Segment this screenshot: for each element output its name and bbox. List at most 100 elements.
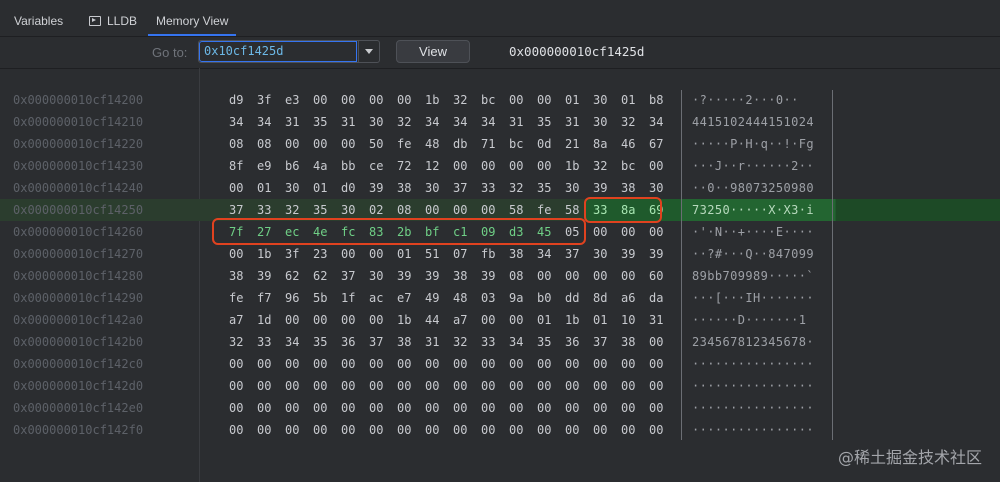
hex-byte[interactable]: 00 [453,419,467,441]
hex-byte[interactable]: 00 [285,133,299,155]
hex-byte[interactable]: e9 [257,155,271,177]
hex-byte[interactable]: 00 [285,419,299,441]
hex-byte[interactable]: 44 [425,309,439,331]
hex-byte[interactable]: 34 [509,331,523,353]
hex-byte[interactable]: 00 [621,221,635,243]
hex-byte[interactable]: b6 [285,155,299,177]
hex-byte[interactable]: 00 [453,155,467,177]
hex-byte[interactable]: 00 [341,309,355,331]
hex-byte[interactable]: 31 [509,111,523,133]
hex-byte[interactable]: 30 [649,177,663,199]
hex-byte[interactable]: 00 [257,353,271,375]
hex-byte[interactable]: 00 [257,375,271,397]
hex-byte[interactable]: 32 [229,331,243,353]
hex-byte[interactable]: 00 [397,397,411,419]
hex-byte[interactable]: 00 [537,265,551,287]
hex-byte[interactable]: 38 [621,177,635,199]
hex-byte[interactable]: 62 [313,265,327,287]
hex-byte[interactable]: 34 [285,331,299,353]
hex-byte[interactable]: 8f [229,155,243,177]
hex-byte[interactable]: 33 [481,331,495,353]
hex-byte[interactable]: 00 [593,397,607,419]
memory-row[interactable]: 0x000000010cf14270 00 1b 3f 23 00 00 01 51 07 fb 38… [0,243,1000,265]
hex-byte[interactable]: 96 [285,287,299,309]
hex-byte[interactable]: 08 [229,133,243,155]
hex-byte[interactable]: 00 [313,353,327,375]
hex-byte[interactable]: a6 [621,287,635,309]
hex-byte[interactable]: 00 [537,353,551,375]
hex-byte[interactable]: 38 [509,243,523,265]
hex-byte[interactable]: 37 [341,265,355,287]
hex-byte[interactable]: 38 [453,265,467,287]
hex-byte[interactable]: 01 [621,89,635,111]
memory-row[interactable]: 0x000000010cf14280 38 39 62 62 37 30 39 39 38 39 08… [0,265,1000,287]
hex-byte[interactable]: 37 [369,331,383,353]
hex-byte[interactable]: 00 [369,89,383,111]
hex-byte[interactable]: 00 [509,375,523,397]
hex-byte[interactable]: 01 [593,309,607,331]
hex-byte[interactable]: 37 [453,177,467,199]
hex-byte[interactable]: 32 [593,155,607,177]
hex-byte[interactable]: 30 [425,177,439,199]
hex-byte[interactable]: a7 [229,309,243,331]
hex-byte[interactable]: 00 [229,397,243,419]
hex-byte[interactable]: bc [481,89,495,111]
hex-byte[interactable]: 00 [509,155,523,177]
hex-byte[interactable]: 32 [621,111,635,133]
hex-byte[interactable]: 00 [481,155,495,177]
hex-byte[interactable]: 37 [565,243,579,265]
hex-byte[interactable]: 00 [649,331,663,353]
hex-byte[interactable]: 21 [565,133,579,155]
hex-byte[interactable]: 00 [313,375,327,397]
memory-row[interactable]: 0x000000010cf14200 d9 3f e3 00 00 00 00 1b 32 bc 00… [0,89,1000,111]
hex-byte[interactable]: 0d [537,133,551,155]
hex-byte[interactable]: f7 [257,287,271,309]
hex-byte[interactable]: 00 [341,243,355,265]
memory-dump-panel[interactable]: 0x000000010cf14200 d9 3f e3 00 00 00 00 1b 32 bc 00… [0,68,1000,482]
hex-byte[interactable]: 00 [537,375,551,397]
hex-byte[interactable]: 72 [397,155,411,177]
hex-byte[interactable]: 00 [481,419,495,441]
hex-byte[interactable]: 67 [649,133,663,155]
hex-byte[interactable]: 00 [621,265,635,287]
hex-byte[interactable]: ac [369,287,383,309]
tab-memory-view[interactable]: Memory View [147,0,237,36]
hex-byte[interactable]: 00 [565,397,579,419]
hex-byte[interactable]: 00 [369,243,383,265]
hex-byte[interactable]: 00 [453,375,467,397]
hex-byte[interactable]: 5b [313,287,327,309]
hex-byte[interactable]: 00 [369,419,383,441]
hex-byte[interactable]: 00 [565,375,579,397]
hex-byte[interactable]: 00 [229,353,243,375]
hex-byte[interactable]: 3f [285,243,299,265]
hex-byte[interactable]: 00 [649,155,663,177]
hex-byte[interactable]: 00 [593,265,607,287]
hex-byte[interactable]: 32 [453,331,467,353]
hex-byte[interactable]: 34 [453,111,467,133]
hex-byte[interactable]: 35 [313,111,327,133]
hex-byte[interactable]: 00 [621,353,635,375]
hex-byte[interactable]: 00 [341,353,355,375]
memory-row[interactable]: 0x000000010cf14220 08 08 00 00 00 50 fe 48 db 71 bc… [0,133,1000,155]
hex-byte[interactable]: 00 [509,89,523,111]
hex-byte[interactable]: bc [509,133,523,155]
hex-byte[interactable]: ce [369,155,383,177]
hex-byte[interactable]: 00 [425,353,439,375]
hex-byte[interactable]: 07 [453,243,467,265]
hex-byte[interactable]: dd [565,287,579,309]
hex-byte[interactable]: 00 [257,397,271,419]
hex-byte[interactable]: 00 [341,89,355,111]
hex-byte[interactable]: 49 [425,287,439,309]
hex-byte[interactable]: 12 [425,155,439,177]
hex-byte[interactable]: 00 [313,133,327,155]
hex-byte[interactable]: 00 [313,419,327,441]
hex-byte[interactable]: 62 [285,265,299,287]
hex-byte[interactable]: 39 [621,243,635,265]
hex-byte[interactable]: 00 [397,353,411,375]
hex-byte[interactable]: 00 [593,221,607,243]
hex-byte[interactable]: 38 [397,331,411,353]
hex-byte[interactable]: 35 [537,331,551,353]
hex-byte[interactable]: 34 [257,111,271,133]
hex-byte[interactable]: 00 [649,419,663,441]
hex-byte[interactable]: 39 [397,265,411,287]
